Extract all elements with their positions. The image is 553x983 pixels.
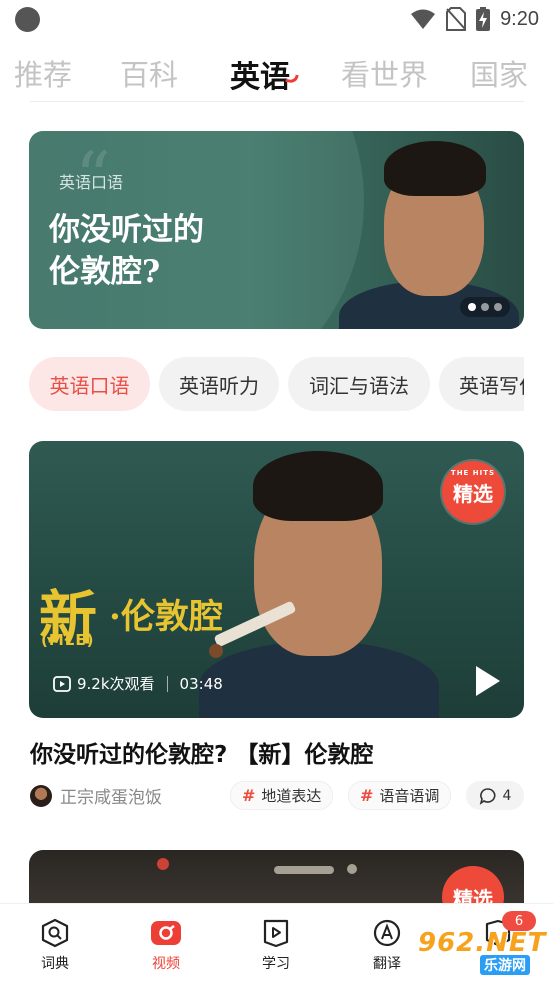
badge-top-text: THE HITS (450, 469, 496, 477)
notification-dot-icon (15, 7, 40, 32)
avatar (30, 784, 52, 807)
watermark-sub: 乐游网 (480, 955, 530, 975)
featured-badge: THE HITS 精选 (442, 461, 504, 523)
hashtag-icon: # (360, 786, 374, 805)
tab-see-world[interactable]: 看世界 (341, 52, 428, 94)
banner-title-line2: 伦敦腔? (49, 254, 161, 290)
author[interactable]: 正宗咸蛋泡饭 (30, 783, 162, 808)
topic-label: 地道表达 (261, 787, 322, 805)
banner-title: 你没听过的 伦敦腔? (49, 209, 204, 293)
hashtag-icon: # (242, 786, 256, 805)
video-overlay-mle: (MLE) (41, 631, 95, 649)
tab-english[interactable]: 英语 (230, 52, 290, 96)
featured-banner[interactable]: “ 英语口语 你没听过的 伦敦腔? (29, 131, 524, 329)
topic-tag-intonation[interactable]: # 语音语调 (348, 781, 452, 810)
video-icon (150, 918, 182, 948)
banner-tag: 英语口语 (59, 173, 124, 192)
pagination-dot (481, 303, 489, 311)
play-icon[interactable] (476, 666, 500, 696)
nav-dictionary[interactable]: 词典 (25, 918, 85, 973)
cigarette-tip (209, 644, 223, 658)
comment-count: 4 (502, 787, 512, 804)
active-tab-indicator (285, 73, 299, 84)
nav-label: 翻译 (373, 956, 401, 972)
author-name: 正宗咸蛋泡饭 (60, 788, 162, 808)
topic-label: 语音语调 (379, 787, 440, 805)
watermark-main: 962.NET (418, 928, 547, 958)
video-card-thumbnail-2[interactable]: 精选 (29, 850, 524, 910)
chip-listening[interactable]: 英语听力 (159, 357, 279, 411)
badge-text: 精选 (453, 481, 493, 506)
comment-icon (479, 787, 496, 805)
meta-separator (166, 675, 168, 692)
comment-button[interactable]: 4 (466, 781, 524, 810)
nav-learn[interactable]: 学习 (246, 918, 306, 973)
tabs-divider (30, 101, 524, 102)
tab-recommend[interactable]: 推荐 (14, 52, 72, 94)
status-bar: 9:20 (0, 0, 553, 38)
tab-encyclopedia[interactable]: 百科 (120, 52, 178, 94)
chip-spoken-english[interactable]: 英语口语 (29, 357, 150, 411)
no-sim-icon (446, 7, 467, 31)
pagination-dot-active (468, 303, 476, 311)
dictionary-icon (39, 918, 71, 948)
topic-tag-idioms[interactable]: # 地道表达 (230, 781, 334, 810)
nav-label: 学习 (262, 956, 290, 972)
video-title[interactable]: 你没听过的伦敦腔? 【新】伦敦腔 (30, 735, 373, 769)
learn-play-icon (260, 918, 292, 948)
nav-label: 词典 (41, 956, 69, 972)
translate-icon (371, 918, 403, 948)
nav-video[interactable]: 视频 (136, 918, 196, 973)
video-duration: 03:48 (179, 674, 223, 693)
view-count: 9.2k次观看 (77, 675, 155, 693)
video-portrait (199, 441, 439, 718)
status-time: 9:20 (500, 7, 539, 30)
video-overlay-sub-text: ·伦敦腔 (109, 597, 223, 637)
chip-writing[interactable]: 英语写作 (439, 357, 524, 411)
wifi-icon (411, 9, 436, 29)
category-tabs: 推荐 百科 英语 看世界 国家 (0, 44, 553, 98)
pagination-dot (494, 303, 502, 311)
tab-country[interactable]: 国家 (470, 52, 528, 94)
site-watermark: 962.NET 乐游网 (418, 928, 548, 978)
video-meta: 9.2k次观看 03:48 (53, 673, 223, 694)
banner-title-line1: 你没听过的 (49, 212, 204, 248)
views-play-icon (53, 675, 71, 692)
banner-pagination (460, 297, 510, 317)
video-card-thumbnail[interactable]: 新 ·伦敦腔 (MLE) THE HITS 精选 9.2k次观看 03:48 (29, 441, 524, 718)
chip-vocab-grammar[interactable]: 词汇与语法 (288, 357, 430, 411)
status-icons: 9:20 (410, 6, 539, 32)
battery-charging-icon (476, 7, 491, 31)
subcategory-chips: 英语口语 英语听力 词汇与语法 英语写作 (29, 357, 524, 413)
nav-translate[interactable]: 翻译 (357, 918, 417, 973)
nav-label: 视频 (152, 956, 180, 972)
